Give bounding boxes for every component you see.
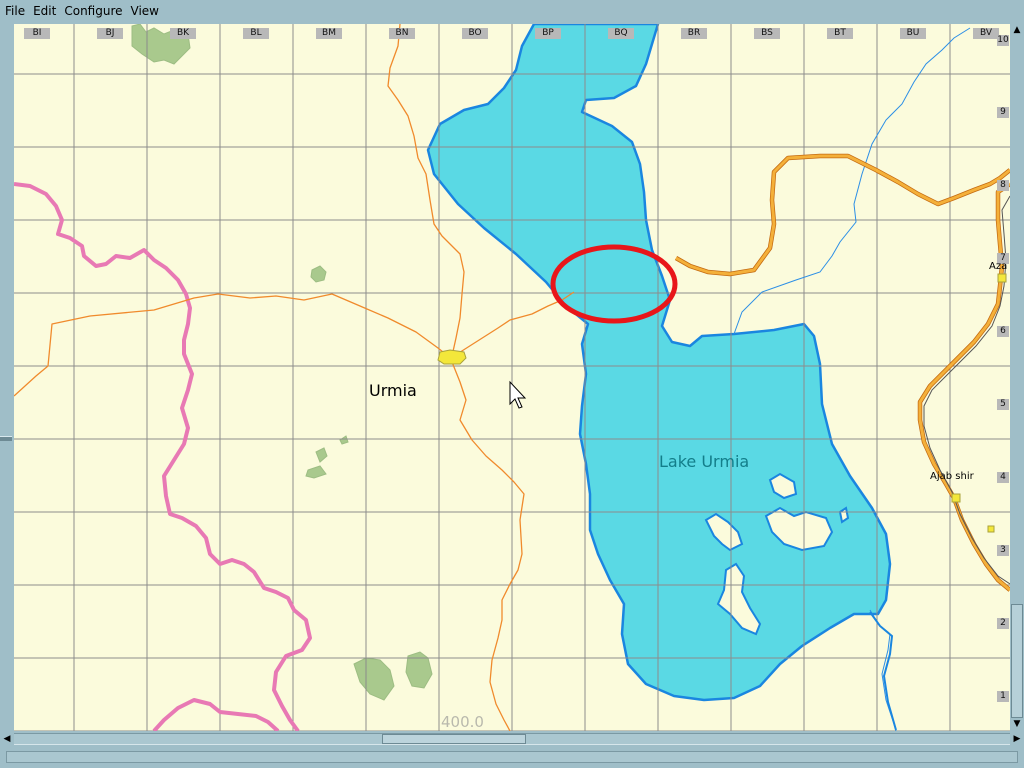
column-label-bk: BK: [170, 28, 196, 39]
row-label-6: 6: [997, 326, 1009, 337]
column-label-bq: BQ: [608, 28, 634, 39]
column-label-br: BR: [681, 28, 707, 39]
status-bar: [0, 747, 1024, 768]
border-line: [14, 182, 312, 731]
town-label-ajabshir: Ajab shir: [930, 471, 974, 482]
column-label-bo: BO: [462, 28, 488, 39]
column-label-bn: BN: [389, 28, 415, 39]
lake-label: Lake Urmia: [659, 452, 750, 471]
map-grid: [14, 24, 1010, 731]
column-label-bm: BM: [316, 28, 342, 39]
scroll-up-arrow-icon[interactable]: ▲: [1011, 24, 1023, 36]
scroll-down-arrow-icon[interactable]: ▼: [1011, 718, 1023, 730]
scroll-right-arrow-icon[interactable]: ▶: [1011, 733, 1023, 745]
forest-patches: [131, 24, 433, 701]
lake-water: [426, 24, 892, 702]
horizontal-scrollbar[interactable]: ◀ ▶: [0, 731, 1024, 747]
menu-configure[interactable]: Configure: [60, 4, 126, 18]
vertical-scroll-thumb[interactable]: [1011, 604, 1023, 718]
city-label-urmia: Urmia: [369, 381, 417, 400]
row-label-10: 10: [997, 35, 1009, 46]
column-label-bj: BJ: [97, 28, 123, 39]
map-canvas[interactable]: BI BJ BK BL BM BN BO BP BQ BR BS BT BU B…: [14, 24, 1010, 731]
menu-bar: File Edit Configure View: [0, 0, 1024, 22]
scroll-left-arrow-icon[interactable]: ◀: [1, 733, 13, 745]
column-label-bt: BT: [827, 28, 853, 39]
menu-file[interactable]: File: [0, 4, 29, 18]
row-label-8: 8: [997, 180, 1009, 191]
horizontal-scroll-thumb[interactable]: [382, 734, 526, 744]
status-bar-field: [6, 751, 1018, 763]
town-label-aza: Aza: [989, 261, 1008, 272]
row-label-1: 1: [997, 691, 1009, 702]
column-label-bv: BV: [973, 28, 999, 39]
row-label-4: 4: [997, 472, 1009, 483]
menu-view[interactable]: View: [127, 4, 163, 18]
vertical-scrollbar[interactable]: ▲ ▼: [1010, 24, 1024, 731]
horizontal-scroll-track[interactable]: [14, 733, 1010, 745]
scale-readout: 400.0: [441, 713, 484, 731]
column-label-bs: BS: [754, 28, 780, 39]
menu-edit[interactable]: Edit: [29, 4, 60, 18]
left-scroll-marker[interactable]: [0, 436, 12, 441]
row-label-2: 2: [997, 618, 1009, 629]
column-label-bu: BU: [900, 28, 926, 39]
row-label-9: 9: [997, 107, 1009, 118]
row-label-3: 3: [997, 545, 1009, 556]
column-label-bl: BL: [243, 28, 269, 39]
row-label-5: 5: [997, 399, 1009, 410]
column-label-bi: BI: [24, 28, 50, 39]
column-label-bp: BP: [535, 28, 561, 39]
left-scroll-strip: [0, 24, 14, 731]
